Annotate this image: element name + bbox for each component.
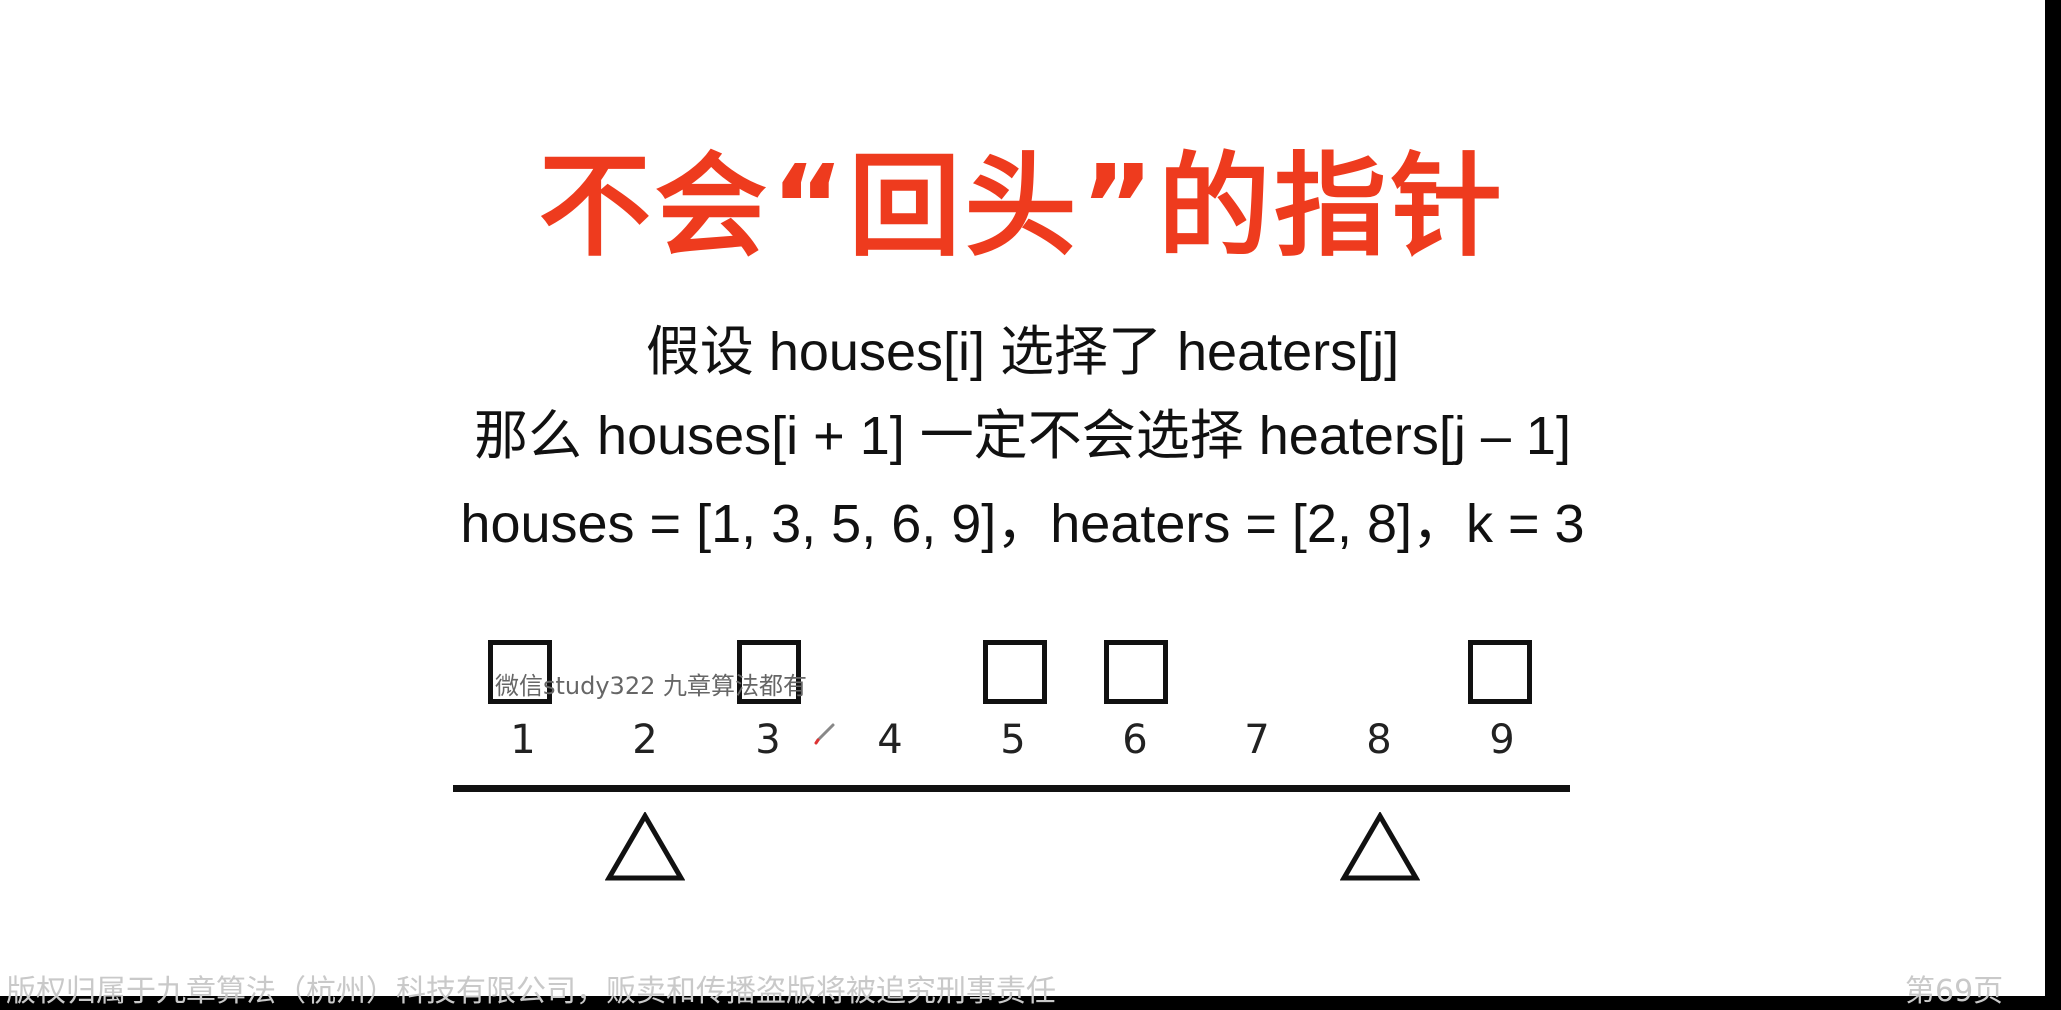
number-label: 7 — [1244, 717, 1270, 763]
number-label: 8 — [1366, 717, 1392, 763]
slide-title: 不会“回头”的指针 — [538, 142, 1507, 272]
right-edge-bar — [2045, 0, 2061, 996]
page-number: 第69页 — [1905, 974, 2004, 1009]
number-label: 3 — [755, 717, 781, 763]
number-label: 9 — [1489, 717, 1515, 763]
copyright-footer: 版权归属于九章算法（杭州）科技有限公司，贩卖和传播盗版将被追究刑事责任 — [6, 974, 1056, 1009]
house-icon — [983, 640, 1047, 704]
number-label: 5 — [1000, 717, 1026, 763]
text-line-3: houses = [1, 3, 5, 6, 9]，heaters = [2, 8… — [460, 494, 1585, 554]
slide: 不会“回头”的指针 假设 houses[i] 选择了 heaters[j] 那么… — [0, 0, 2045, 1009]
text-line-1: 假设 houses[i] 选择了 heaters[j] — [645, 322, 1400, 382]
house-icon — [1468, 640, 1532, 704]
heater-triangle-icon — [1340, 812, 1420, 881]
text-line-2: 那么 houses[i + 1] 一定不会选择 heaters[j – 1] — [474, 406, 1571, 466]
pen-cursor-icon — [814, 723, 835, 745]
number-label: 2 — [632, 717, 658, 763]
number-label: 4 — [877, 717, 903, 763]
number-label: 6 — [1122, 717, 1148, 763]
heater-triangle-icon — [605, 812, 685, 881]
number-label: 1 — [510, 717, 536, 763]
number-axis — [453, 785, 1570, 792]
house-icon — [1104, 640, 1168, 704]
watermark-text: 微信study322 九章算法都有 — [495, 672, 807, 700]
